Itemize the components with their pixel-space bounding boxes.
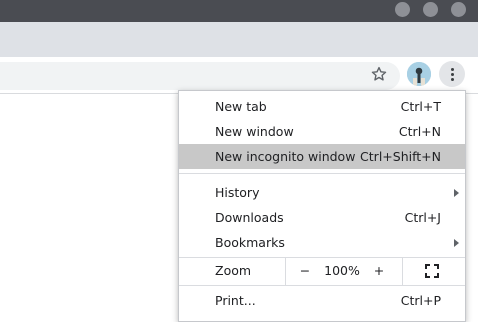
address-bar[interactable] bbox=[0, 62, 400, 90]
menu-item-shortcut: Ctrl+N bbox=[398, 124, 441, 139]
menu-separator bbox=[179, 285, 465, 286]
star-outline-icon[interactable] bbox=[370, 65, 388, 83]
menu-item-label: Bookmarks bbox=[215, 235, 285, 250]
zoom-out-button[interactable]: − bbox=[297, 257, 313, 285]
menu-item-print[interactable]: Print... Ctrl+P bbox=[179, 288, 465, 313]
menu-item-new-tab[interactable]: New tab Ctrl+T bbox=[179, 94, 465, 119]
window-titlebar bbox=[0, 0, 478, 22]
menu-item-label: Print... bbox=[215, 293, 256, 308]
menu-separator bbox=[179, 173, 465, 174]
zoom-row: Zoom − 100% + bbox=[179, 257, 465, 285]
zoom-divider bbox=[402, 257, 403, 285]
maximize-button[interactable] bbox=[423, 2, 438, 17]
menu-item-new-window[interactable]: New window Ctrl+N bbox=[179, 119, 465, 144]
submenu-arrow-icon bbox=[454, 239, 459, 247]
close-button[interactable] bbox=[451, 2, 466, 17]
menu-item-label: Downloads bbox=[215, 210, 284, 225]
browser-toolbar bbox=[0, 57, 478, 94]
fullscreen-icon[interactable] bbox=[425, 264, 439, 278]
menu-button[interactable] bbox=[439, 61, 465, 87]
zoom-value: 100% bbox=[324, 263, 360, 278]
zoom-divider bbox=[285, 257, 286, 285]
zoom-label: Zoom bbox=[215, 263, 252, 278]
menu-item-history[interactable]: History bbox=[179, 180, 465, 205]
menu-item-new-incognito-window[interactable]: New incognito window Ctrl+Shift+N bbox=[179, 144, 465, 169]
browser-menu: New tab Ctrl+T New window Ctrl+N New inc… bbox=[178, 90, 466, 322]
tab-strip bbox=[0, 22, 478, 57]
menu-item-downloads[interactable]: Downloads Ctrl+J bbox=[179, 205, 465, 230]
menu-item-label: New incognito window bbox=[215, 149, 356, 164]
menu-item-shortcut: Ctrl+P bbox=[400, 293, 441, 308]
submenu-arrow-icon bbox=[454, 189, 459, 197]
menu-item-shortcut: Ctrl+Shift+N bbox=[360, 149, 441, 164]
avatar-image bbox=[407, 62, 431, 86]
menu-item-shortcut: Ctrl+T bbox=[400, 99, 441, 114]
menu-item-label: History bbox=[215, 185, 260, 200]
menu-item-label: New tab bbox=[215, 99, 267, 114]
minimize-button[interactable] bbox=[395, 2, 410, 17]
menu-item-label: New window bbox=[215, 124, 294, 139]
profile-avatar[interactable] bbox=[407, 62, 431, 86]
menu-item-shortcut: Ctrl+J bbox=[404, 210, 441, 225]
menu-item-bookmarks[interactable]: Bookmarks bbox=[179, 230, 465, 255]
zoom-in-button[interactable]: + bbox=[371, 257, 387, 285]
